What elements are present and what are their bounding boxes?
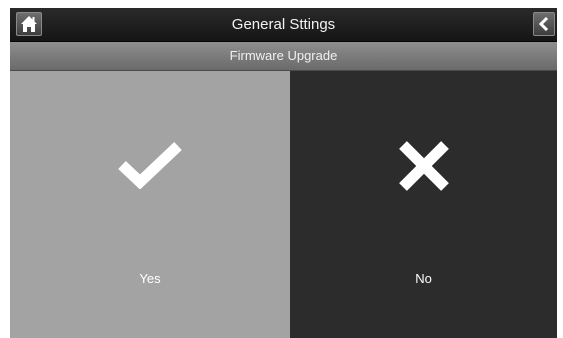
cross-icon [398, 141, 449, 191]
page-title: General Sttings [231, 16, 336, 33]
no-option-button[interactable]: No [290, 71, 557, 338]
home-icon [21, 16, 37, 32]
back-button[interactable] [533, 12, 555, 36]
no-label: No [415, 271, 432, 286]
section-title: Firmware Upgrade [229, 48, 338, 63]
checkmark-icon [118, 142, 182, 189]
yes-label: Yes [139, 271, 161, 286]
title-bar: General Sttings [10, 8, 557, 42]
back-arrow-icon [539, 17, 549, 31]
yes-option-button[interactable]: Yes [10, 71, 290, 338]
home-button[interactable] [16, 12, 42, 36]
device-screen: General Sttings Firmware Upgrade Yes No [10, 8, 557, 338]
subtitle-bar: Firmware Upgrade [10, 42, 557, 71]
